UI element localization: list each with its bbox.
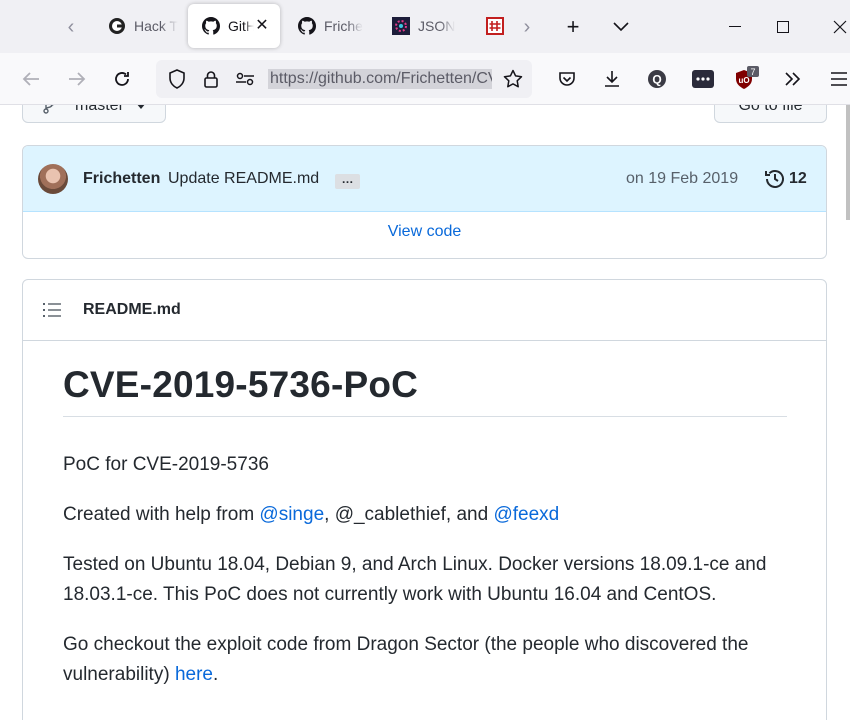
tab-frichetten[interactable]: Friche: [284, 4, 372, 48]
tab-bar: ‹ Hack T GitH ✕ Friche JSON › +: [0, 0, 850, 53]
json-viewer-icon: [392, 17, 410, 35]
more-dots-extension-icon[interactable]: [688, 64, 718, 94]
readme-paragraph-4: Go checkout the exploit code from Dragon…: [63, 630, 803, 690]
bookmark-star-icon[interactable]: [498, 64, 528, 94]
tab-github-active[interactable]: GitH ✕: [188, 4, 280, 48]
lock-icon[interactable]: [196, 64, 226, 94]
maximize-icon[interactable]: [768, 12, 798, 42]
extension-badge: 7: [750, 67, 755, 77]
paragraph-text: , @_cablethief, and: [324, 504, 494, 525]
avatar[interactable]: [38, 164, 68, 194]
readme-filename[interactable]: README.md: [83, 301, 181, 319]
feexd-mention-link[interactable]: @feexd: [493, 504, 559, 525]
paragraph-text: Created with help from: [63, 504, 260, 525]
readme-paragraph-3: Tested on Ubuntu 18.04, Debian 9, and Ar…: [63, 554, 767, 605]
q-extension-icon[interactable]: Q: [642, 64, 672, 94]
new-tab-icon[interactable]: +: [558, 12, 588, 42]
readme-heading: CVE-2019-5736-PoC: [63, 364, 787, 417]
tab-label: GitH: [228, 18, 254, 34]
commit-header: Frichetten Update README.md … on 19 Feb …: [23, 146, 826, 212]
expand-commit-button[interactable]: …: [335, 173, 360, 189]
history-icon[interactable]: [764, 168, 786, 190]
url-text[interactable]: https://github.com/Frichetten/CVE-2019-5…: [268, 69, 492, 89]
github-icon: [202, 17, 220, 35]
list-all-tabs-icon[interactable]: [606, 12, 636, 42]
tab-scroll-right-icon[interactable]: ›: [512, 12, 542, 42]
tab-label: JSON: [418, 18, 456, 34]
commit-date: on 19 Feb 2019: [626, 170, 739, 187]
svg-text:Q: Q: [652, 73, 661, 87]
hamburger-menu-icon[interactable]: [824, 64, 850, 94]
hash-icon: [486, 17, 504, 35]
permissions-icon[interactable]: [230, 64, 260, 94]
nav-bar: https://github.com/Frichetten/CVE-2019-5…: [0, 53, 850, 105]
paragraph-text: Go checkout the exploit code from Dragon…: [63, 634, 749, 685]
tab-close-icon[interactable]: ✕: [252, 16, 272, 36]
tab-hacktricks[interactable]: Hack T: [94, 4, 182, 48]
overflow-menu-icon[interactable]: [778, 64, 808, 94]
tab-hash[interactable]: [472, 4, 508, 48]
latest-commit-box: Frichetten Update README.md … on 19 Feb …: [22, 145, 827, 259]
back-icon[interactable]: [16, 64, 46, 94]
svg-text:uO: uO: [738, 76, 749, 85]
readme-box: README.md CVE-2019-5736-PoC PoC for CVE-…: [22, 279, 827, 720]
tab-label: Hack T: [134, 18, 179, 34]
readme-header: README.md: [23, 280, 826, 341]
pocket-icon[interactable]: [552, 64, 582, 94]
hacktricks-icon: [109, 18, 125, 34]
commit-count[interactable]: 12: [789, 170, 807, 188]
ublock-origin-icon[interactable]: uO 7: [732, 64, 762, 94]
go-to-file-label: Go to file: [738, 105, 803, 114]
tab-label: Friche: [324, 18, 363, 34]
url-bar[interactable]: https://github.com/Frichetten/CVE-2019-5…: [156, 60, 532, 98]
minimize-icon[interactable]: [720, 12, 750, 42]
view-code-link[interactable]: View code: [23, 223, 826, 241]
close-window-icon[interactable]: [825, 12, 850, 42]
readme-paragraph-2: Created with help from @singe, @_cableth…: [63, 500, 803, 530]
commit-author[interactable]: Frichetten: [83, 170, 160, 188]
dragon-sector-here-link[interactable]: here: [175, 664, 213, 685]
page-scrollbar[interactable]: [846, 105, 850, 220]
readme-paragraph-1: PoC for CVE-2019-5736: [63, 454, 269, 475]
outline-list-icon[interactable]: [43, 302, 61, 318]
tracking-protection-shield-icon[interactable]: [162, 64, 192, 94]
forward-icon[interactable]: [62, 64, 92, 94]
github-icon: [298, 17, 316, 35]
downloads-icon[interactable]: [597, 64, 627, 94]
tab-json[interactable]: JSON: [378, 4, 466, 48]
chevron-down-icon: [137, 105, 145, 109]
singe-mention-link[interactable]: @singe: [259, 504, 324, 525]
paragraph-text: .: [212, 664, 219, 685]
branch-icon: [43, 105, 54, 114]
page-content: master Go to file Frichetten Update READ…: [0, 105, 850, 720]
branch-label: master: [75, 105, 124, 114]
go-to-file-button[interactable]: Go to file: [714, 105, 827, 123]
commit-message[interactable]: Update README.md: [168, 170, 319, 188]
reload-icon[interactable]: [107, 64, 137, 94]
branch-select-button[interactable]: master: [22, 105, 166, 123]
tab-scroll-left-icon[interactable]: ‹: [56, 12, 86, 42]
